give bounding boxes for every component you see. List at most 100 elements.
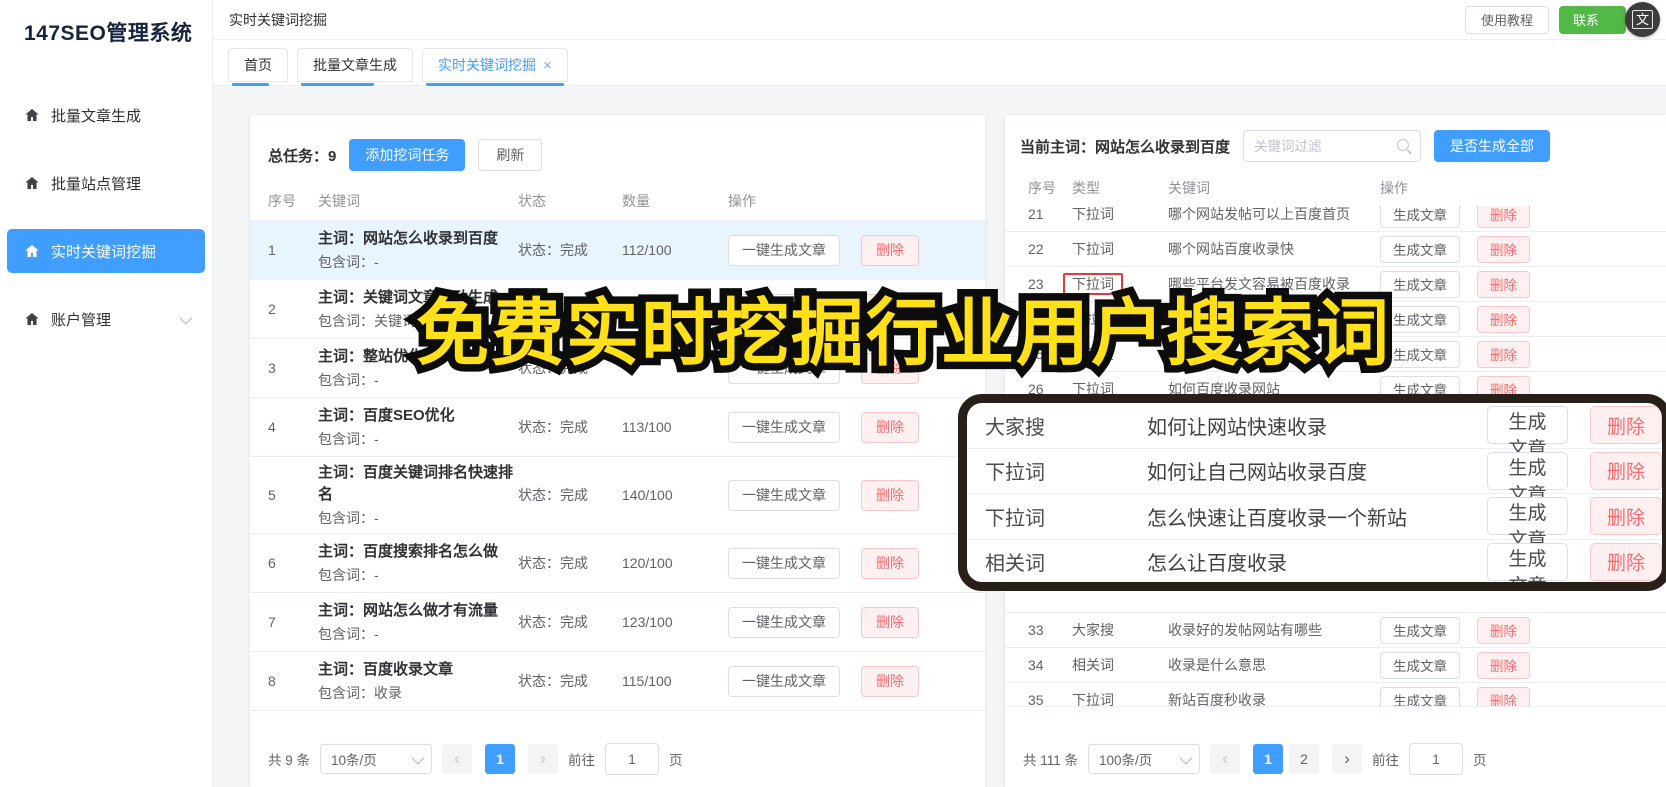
one-key-generate-button[interactable]: 一键生成文章 <box>728 606 840 638</box>
page-number-button[interactable]: 2 <box>1289 744 1320 774</box>
page-size-select[interactable]: 10条/页 <box>320 744 433 774</box>
task-include-words: 包含词：- <box>318 254 379 271</box>
delete-button[interactable]: 删除 <box>1477 270 1530 298</box>
delete-button[interactable]: 删除 <box>1589 406 1662 445</box>
delete-button[interactable]: 删除 <box>861 665 919 697</box>
one-key-generate-button[interactable]: 一键生成文章 <box>728 293 840 325</box>
generate-article-button[interactable]: 生成文章 <box>1380 616 1460 644</box>
goto-page-input[interactable] <box>1409 743 1464 775</box>
sidebar-item-label: 账户管理 <box>51 311 112 329</box>
task-quantity: 120/100 <box>622 555 673 571</box>
delete-button[interactable]: 删除 <box>1477 206 1530 228</box>
task-main-keyword: 主词：网站怎么做才有流量 <box>318 601 499 619</box>
delete-button[interactable]: 删除 <box>1477 651 1530 679</box>
goto-page-input[interactable] <box>605 743 660 775</box>
task-quantity: 115/100 <box>622 673 672 689</box>
task-panel: 总任务：9 添加挖词任务 刷新 序号 关键词 状态 数量 操作 1 主词：网站怎… <box>250 115 985 787</box>
delete-button[interactable]: 删除 <box>861 606 919 638</box>
task-row[interactable]: 1 主词：网站怎么收录到百度 包含词：- 状态：完成 112/100 一键生成文… <box>250 221 985 280</box>
keyword-index: 24 <box>1028 311 1044 327</box>
task-row[interactable]: 2 主词：关键词文章自动生成 包含词：关键词生成 状态：完成 100/100 一… <box>250 280 985 339</box>
keyword-text: 哪些平台发文容易被百度收录 <box>1168 276 1350 292</box>
task-quantity: 123/100 <box>622 614 673 630</box>
keyword-text: 怎么让百度收录 <box>1147 553 1287 576</box>
generate-article-button[interactable]: 生成文章 <box>1380 651 1460 679</box>
prev-page-button[interactable]: ‹ <box>1210 744 1241 774</box>
keyword-filter-input[interactable] <box>1243 130 1422 162</box>
delete-button[interactable]: 删除 <box>861 234 919 266</box>
task-row[interactable]: 3 主词：整站优化 包含词：- 状态：完成 一键生成文章 删除 <box>250 339 985 398</box>
help-button[interactable]: 使用教程 <box>1464 5 1549 34</box>
delete-button[interactable]: 删除 <box>1477 235 1530 263</box>
generate-article-button[interactable]: 生成文章 <box>1380 206 1460 228</box>
task-quantity: 112/100 <box>622 242 672 258</box>
close-icon[interactable]: × <box>543 57 552 74</box>
sidebar-item[interactable]: 批量文章生成 <box>7 93 205 137</box>
task-include-words: 包含词：- <box>318 510 379 527</box>
task-table-body: 1 主词：网站怎么收录到百度 包含词：- 状态：完成 112/100 一键生成文… <box>250 220 985 711</box>
task-row[interactable]: 7 主词：网站怎么做才有流量 包含词：- 状态：完成 123/100 一键生成文… <box>250 593 985 652</box>
one-key-generate-button[interactable]: 一键生成文章 <box>728 352 840 384</box>
task-include-words: 包含词：- <box>318 567 379 584</box>
task-row[interactable]: 4 主词：百度SEO优化 包含词：- 状态：完成 113/100 一键生成文章 … <box>250 398 985 457</box>
one-key-generate-button[interactable]: 一键生成文章 <box>728 411 840 443</box>
generate-article-button[interactable]: 生成文章 <box>1380 270 1460 298</box>
next-page-button[interactable]: › <box>528 744 559 774</box>
task-row[interactable]: 6 主词：百度搜索排名怎么做 包含词：- 状态：完成 120/100 一键生成文… <box>250 534 985 593</box>
tab[interactable]: 批量文章生成 × <box>297 48 413 86</box>
page-number-button[interactable]: 1 <box>485 744 516 774</box>
keyword-type: 下拉词 <box>1072 311 1114 327</box>
sidebar-item[interactable]: 批量站点管理 <box>7 161 205 205</box>
generate-article-button[interactable]: 生成文章 <box>1380 340 1460 368</box>
tab[interactable]: 实时关键词挖掘 × <box>422 48 568 86</box>
delete-button[interactable]: 删除 <box>1477 340 1530 368</box>
translate-extension-icon[interactable]: 文 <box>1625 1 1660 37</box>
task-row[interactable]: 8 主词：百度收录文章 包含词：收录 状态：完成 115/100 一键生成文章 … <box>250 652 985 711</box>
generate-article-button[interactable]: 生成文章 <box>1487 542 1568 582</box>
task-index: 5 <box>268 487 276 503</box>
page-size-select[interactable]: 100条/页 <box>1088 744 1201 774</box>
sidebar-item[interactable]: 实时关键词挖掘 <box>7 229 205 273</box>
generate-all-button[interactable]: 是否生成全部 <box>1434 130 1551 162</box>
delete-button[interactable]: 删除 <box>861 479 919 511</box>
generate-article-button[interactable]: 生成文章 <box>1380 686 1460 706</box>
task-index: 8 <box>268 673 276 689</box>
keyword-index: 25 <box>1028 346 1044 362</box>
topbar: 实时关键词挖掘 使用教程 联系 文 <box>213 0 1666 40</box>
keyword-type: 下拉词 <box>985 507 1045 530</box>
delete-button[interactable]: 删除 <box>1477 305 1530 333</box>
delete-button[interactable]: 删除 <box>861 293 919 325</box>
delete-button[interactable]: 删除 <box>1589 451 1662 490</box>
delete-button[interactable]: 删除 <box>861 411 919 443</box>
contact-button[interactable]: 联系 <box>1558 5 1626 34</box>
page-list: 12 <box>1250 744 1322 774</box>
one-key-generate-button[interactable]: 一键生成文章 <box>728 547 840 579</box>
one-key-generate-button[interactable]: 一键生成文章 <box>728 665 840 697</box>
generate-article-button[interactable]: 生成文章 <box>1487 406 1568 460</box>
delete-button[interactable]: 删除 <box>861 352 919 384</box>
add-task-button[interactable]: 添加挖词任务 <box>349 139 466 171</box>
keyword-type: 下拉词 <box>1072 241 1114 257</box>
delete-button[interactable]: 删除 <box>1589 542 1662 581</box>
delete-button[interactable]: 删除 <box>861 547 919 579</box>
delete-button[interactable]: 删除 <box>1589 497 1662 536</box>
task-include-words: 包含词：- <box>318 372 379 389</box>
one-key-generate-button[interactable]: 一键生成文章 <box>728 479 840 511</box>
generate-article-button[interactable]: 生成文章 <box>1487 451 1568 506</box>
generate-article-button[interactable]: 生成文章 <box>1380 235 1460 263</box>
refresh-button[interactable]: 刷新 <box>478 139 543 171</box>
task-row[interactable]: 5 主词：百度关键词排名快速排名 包含词：- 状态：完成 140/100 一键生… <box>250 457 985 534</box>
generate-article-button[interactable]: 生成文章 <box>1487 497 1568 551</box>
page-number-button[interactable]: 1 <box>1253 744 1284 774</box>
delete-button[interactable]: 删除 <box>1477 616 1530 644</box>
delete-button[interactable]: 删除 <box>1477 686 1530 706</box>
magnified-keyword-row: 下拉词 如何让自己网站收录百度 生成文章 删除 <box>967 449 1662 506</box>
next-page-button[interactable]: › <box>1332 744 1363 774</box>
chevron-down-icon <box>1179 751 1193 764</box>
tab[interactable]: 首页 × <box>228 48 288 86</box>
one-key-generate-button[interactable]: 一键生成文章 <box>728 234 840 266</box>
generate-article-button[interactable]: 生成文章 <box>1380 305 1460 333</box>
sidebar-item[interactable]: 账户管理 <box>7 297 205 341</box>
prev-page-button[interactable]: ‹ <box>442 744 473 774</box>
sidebar-item-label: 批量站点管理 <box>51 175 142 193</box>
